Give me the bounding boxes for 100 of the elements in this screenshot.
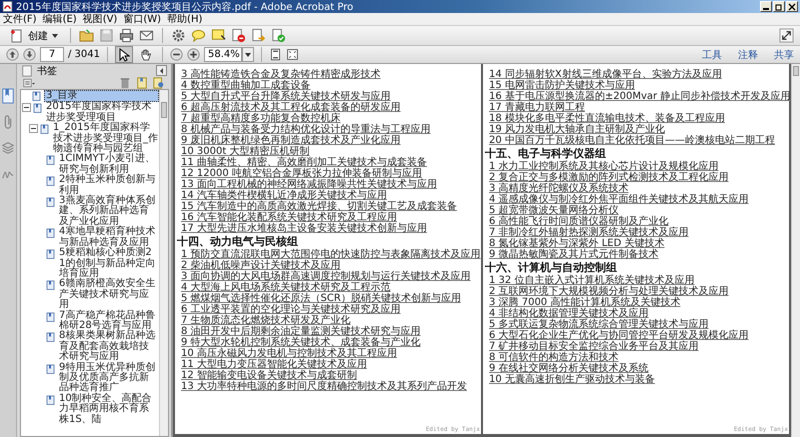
toc-link[interactable]: 17 大型先进压水堆核岛主设备安装关键技术创新与应用: [181, 223, 427, 234]
toc-link[interactable]: 11 大型电力变压器智能化关键技术及应用: [181, 359, 367, 370]
zoom-dropdown[interactable]: [242, 47, 254, 62]
toc-link[interactable]: 9 在线社交网络分析关键技术及系统: [489, 363, 649, 374]
toc-link[interactable]: 11 曲轴柔性、精密、高效磨削加工关键技术与成套装备: [181, 157, 427, 168]
create-button[interactable]: 创建: [6, 26, 62, 44]
comment-icon[interactable]: [191, 28, 206, 43]
new-bookmark-icon[interactable]: [136, 77, 148, 89]
toc-link[interactable]: 13 面向工程机械的神经网络减振降噪共性关键技术与应用: [181, 179, 437, 190]
document-arrow-icon[interactable]: [251, 28, 266, 43]
bookmark-item[interactable]: 6赣南脐橙高效安全生产关键技术研究与应用: [58, 279, 159, 311]
document-check-icon[interactable]: [271, 28, 286, 43]
menu-item[interactable]: 窗口(W): [123, 12, 162, 26]
toc-link[interactable]: 19 风力发电机大轴承自主研制及产业化: [489, 124, 665, 135]
minimize-button[interactable]: [760, 1, 772, 12]
toc-link[interactable]: 14 同步辐射软X射线三维成像平台、实验方法及应用: [489, 69, 722, 80]
toc-link[interactable]: 15 汽车制造中的高质高效激光焊接、切割关键工艺及成套装备: [181, 201, 457, 212]
expand-toggle[interactable]: [22, 103, 31, 112]
toc-link[interactable]: 9 微晶热敏陶瓷及其片式元件制备技术: [489, 249, 659, 260]
document-remove-icon[interactable]: [231, 28, 246, 43]
window-title: 2015年度国家科学技术进步奖授奖项目公示内容.pdf - Adobe Acrobat Pro: [16, 0, 354, 14]
fit-page-icon[interactable]: [269, 48, 282, 61]
menu-item[interactable]: 视图(V): [82, 12, 118, 26]
toc-link[interactable]: 15 电网雷击防护关键技术与应用: [489, 80, 635, 91]
toc-link[interactable]: 7 生物质流态化燃烧技术研发及产业化: [181, 315, 351, 326]
toc-link[interactable]: 7 非制冷红外辐射热探测系统关键技术及应用: [489, 227, 689, 238]
toc-link[interactable]: 2 复合正交与多模激励的阵列式检测技术及工程化应用: [489, 172, 729, 183]
toc-link[interactable]: 5 多式联运复杂物流系统综合管理关键技术与应用: [489, 319, 709, 330]
toc-link[interactable]: 8 油田开发中后期剩余油定量监测关键技术研究与应用: [181, 326, 421, 337]
select-tool[interactable]: [115, 46, 133, 63]
previous-page-icon[interactable]: [6, 48, 19, 61]
toc-link[interactable]: 2 互联网环境下大规模视频分析与处理关键技术及应用: [489, 286, 729, 297]
page-thumbnail-icon[interactable]: [21, 64, 33, 76]
toc-link[interactable]: 4 大型海上风电场系统关键技术研究及工程示范: [181, 282, 391, 293]
toc-link[interactable]: 1 32 位自主嵌入式计算机系统关键技术及应用: [489, 275, 694, 286]
email-icon[interactable]: [139, 28, 154, 43]
toc-link[interactable]: 6 高性能飞行时间质谱仪器研制及产业化: [489, 216, 669, 227]
toc-link[interactable]: 3 面向协调的大风电场群高速调度控制规划与运行关键技术及应用: [181, 271, 471, 282]
panel-tab[interactable]: 注释: [738, 48, 758, 62]
page-number-field[interactable]: 7: [40, 47, 64, 62]
fit-width-icon[interactable]: [286, 48, 299, 61]
options-icon[interactable]: [23, 77, 35, 89]
toc-link[interactable]: 10 无囊高速折刨生产驱动技术与装备: [489, 374, 655, 385]
zoom-field[interactable]: 58.4%: [204, 47, 242, 62]
panel-tab[interactable]: 共享: [774, 48, 794, 62]
toc-link[interactable]: 18 模块化多电平柔性直流输电技术、装备及工程应用: [489, 113, 725, 124]
toc-link[interactable]: 3 高性能铸造铁合金及复杂铸件精密成形技术: [181, 69, 381, 80]
toc-link[interactable]: 4 遥感成像仪与制冷红外焦平面组件关键技术及其航天应用: [489, 194, 749, 205]
folder-icon[interactable]: [79, 28, 94, 43]
toc-link[interactable]: 14 汽车轴类件楔横轧近净成形关键技术与应用: [181, 190, 387, 201]
close-button[interactable]: [786, 1, 798, 12]
toc-link[interactable]: 13 大功率特种电源的多时间尺度精确控制技术及其系列产品开发: [181, 381, 467, 392]
zoom-out-icon[interactable]: [170, 48, 183, 61]
toc-link[interactable]: 17 青藏电力联网工程: [489, 102, 585, 113]
toc-link[interactable]: 16 汽车智能化装配系统关键技术研究及工程应用: [181, 212, 397, 223]
toc-link[interactable]: 3 高精度光纤陀螺仪及系统技术: [489, 183, 629, 194]
expand-toggle[interactable]: [29, 124, 38, 134]
toc-link[interactable]: 5 超宽带微波矢量网络分析仪: [489, 205, 619, 216]
toc-link[interactable]: 3 深腾 7000 高性能计算机系统及关键技术: [489, 297, 680, 308]
scrollbar[interactable]: [159, 90, 168, 436]
toc-link[interactable]: 4 数控重型曲轴加工成套设备: [181, 80, 311, 91]
toc-link[interactable]: 20 中国百万千瓦级核电自主化依托项目——岭澳核电站二期工程: [489, 135, 775, 146]
toc-link[interactable]: 7 矿井移动目标安全监控综合业务平台及其应用: [489, 341, 699, 352]
toc-link[interactable]: 1 预防交直流混联电网大范围停电的快速防控与表象隔离技术及应用: [181, 249, 481, 260]
toc-link[interactable]: 6 大型石化企业生产优化与协同管控平台研发及规模化应用: [489, 330, 749, 341]
toc-link[interactable]: 8 可信软件的构造方法和技术: [489, 352, 619, 363]
menu-item[interactable]: 帮助(H): [167, 12, 202, 26]
toc-link[interactable]: 4 非结构化数据管理关键技术及应用: [489, 308, 649, 319]
zoom-in-icon[interactable]: [187, 48, 200, 61]
toc-link[interactable]: 6 超高压射流技术及其工程化成套装备的研发应用: [181, 102, 401, 113]
print-icon[interactable]: [119, 28, 134, 43]
restore-button[interactable]: [773, 1, 785, 12]
bookmark-item[interactable]: 10制种安全、高配合力早稻两用核不育系株1S、陆: [58, 394, 159, 425]
scrollbar[interactable]: [791, 64, 800, 437]
gear-icon[interactable]: [171, 28, 186, 43]
delete-icon[interactable]: [119, 77, 131, 89]
toc-link[interactable]: 1 水力工业控制系统及其核心芯片设计及规模化应用: [489, 161, 719, 172]
toc-link[interactable]: 10 3000t 大型精密压机研制: [181, 146, 310, 157]
toc-link[interactable]: 9 特大型水轮机控制系统关键技术、成套装备与产业化: [181, 337, 421, 348]
toc-link[interactable]: 8 氮化镓基紫外与深紫外 LED 关键技术: [489, 238, 664, 249]
toc-link[interactable]: 12 智能输变电设备关键技术与成套研制: [181, 370, 357, 381]
bookmark-item[interactable]: 9特用玉米优异种质创制及优质高产多抗新品种选育推广: [58, 362, 159, 394]
toc-link[interactable]: 5 燃煤烟气选择性催化还原法（SCR）脱硝关键技术创新与应用: [181, 293, 461, 304]
toc-link[interactable]: 10 高压永磁风力发电机与控制技术及其工程应用: [181, 348, 397, 359]
toc-link[interactable]: 5 大型自升式平台升降系统关键技术研发与应用: [181, 91, 391, 102]
toc-link[interactable]: 6 工业透平装置的空化理论与关键技术研究及应用: [181, 304, 401, 315]
bookmark-item[interactable]: 8核果类果树新品种选育及配套高效栽培技术研究与应用: [58, 331, 159, 363]
toc-link[interactable]: 9 废旧机床整机绿色再制造成套技术及产业化应用: [181, 135, 401, 146]
toc-link[interactable]: 8 机械产品与装备受力结构优化设计的导重法与工程应用: [181, 124, 431, 135]
toc-link[interactable]: 12 12000 吨航空铝合金厚板张力拉伸装备研制与应用: [181, 168, 422, 179]
expand-icon[interactable]: [779, 28, 794, 43]
toc-link[interactable]: 7 超重型高精度多功能复合数控机床: [181, 113, 341, 124]
menu-item[interactable]: 文件(F): [3, 12, 37, 26]
panel-tab[interactable]: 工具: [702, 48, 722, 62]
menu-item[interactable]: 编辑(E): [42, 12, 77, 26]
toc-link[interactable]: 2 柴油机低噪声设计关键技术及应用: [181, 260, 341, 271]
collapse-button[interactable]: [156, 65, 167, 76]
bookmarks-icon[interactable]: [1, 88, 15, 104]
save-icon[interactable]: [99, 28, 114, 43]
next-page-icon[interactable]: [23, 48, 36, 61]
